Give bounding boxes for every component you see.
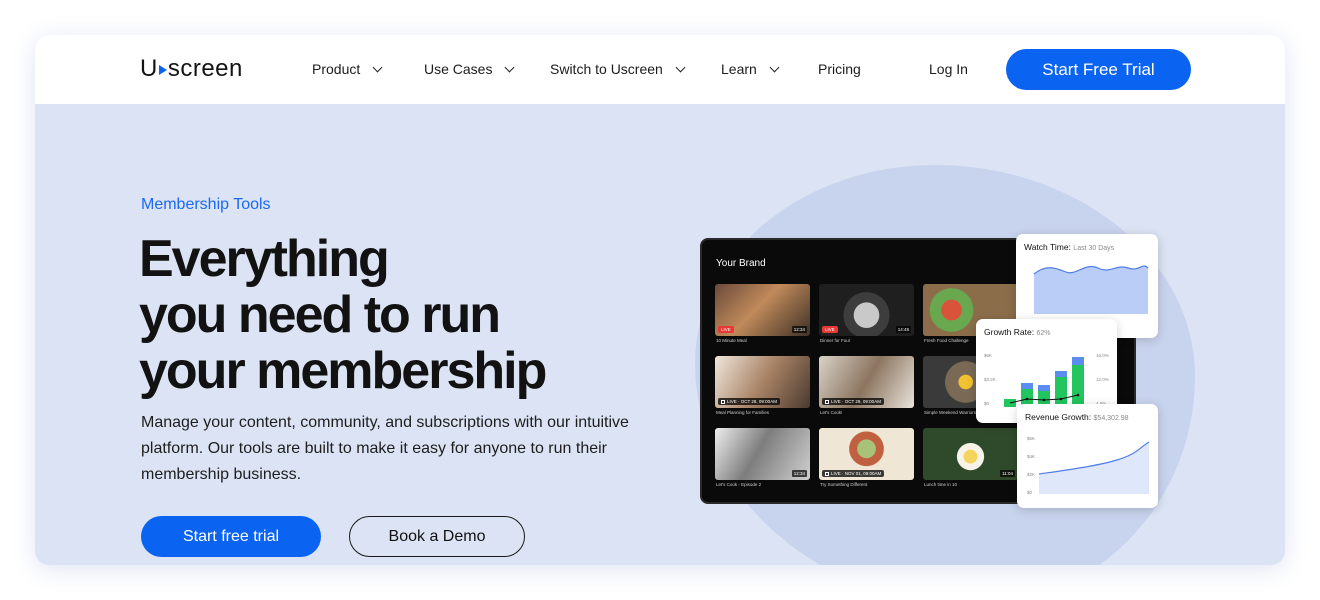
revenue-growth-card: Revenue Growth: $54,302.98 $6K $4K $2K $… <box>1017 404 1158 508</box>
y-tick: $4K <box>1027 454 1035 459</box>
nav-learn-label: Learn <box>721 61 757 77</box>
nav-product-label: Product <box>312 61 361 77</box>
video-caption: Meal Planning for Families <box>716 410 770 415</box>
trend-point <box>1076 393 1080 397</box>
chevron-down-icon <box>675 62 686 72</box>
duration-badge: 12:34 <box>791 470 807 477</box>
video-thumbnail[interactable]: LIVE · OCT 29, 09:00AM <box>819 356 914 408</box>
video-caption: Lunch time in 10 <box>924 482 958 487</box>
video-thumbnail[interactable]: 12:34 <box>715 428 810 480</box>
growth-bar-top <box>1055 371 1067 377</box>
revenue-growth-area-chart: $6K $4K $2K $0 <box>1027 436 1150 495</box>
video-thumbnail[interactable]: LIVE 12:34 <box>715 284 810 336</box>
live-badge: LIVE <box>718 326 734 333</box>
hero-subtext: Manage your content, community, and subs… <box>141 414 629 483</box>
video-caption: Dinner for Four <box>820 338 851 343</box>
nav-product[interactable]: Product <box>312 61 383 77</box>
watch-time-area <box>1034 266 1148 314</box>
headline-line-2: you need to run <box>139 286 501 344</box>
growth-bar-top <box>1021 383 1033 389</box>
headline-line-3: your membership <box>139 342 547 400</box>
chevron-down-icon <box>769 62 780 72</box>
video-caption: Let's Cook - Episode 2 <box>716 482 762 487</box>
duration-badge: 14:48 <box>895 326 911 333</box>
video-thumbnail[interactable]: 11:04 <box>923 428 1018 480</box>
schedule-badge: LIVE · OCT 28, 09:00AM <box>718 398 780 405</box>
hero-eyebrow: Membership Tools <box>141 196 271 213</box>
y-tick: $2K <box>1027 472 1035 477</box>
nav-pricing-label: Pricing <box>818 61 861 77</box>
revenue-area <box>1039 442 1149 494</box>
login-link[interactable]: Log In <box>929 61 968 77</box>
nav-use-cases[interactable]: Use Cases <box>424 61 515 77</box>
logo-text-u: U <box>140 55 158 82</box>
growth-bar <box>1055 377 1067 407</box>
logo-play-icon <box>158 65 167 75</box>
video-thumbnail[interactable]: LIVE 14:48 <box>819 284 914 336</box>
nav-switch[interactable]: Switch to Uscreen <box>550 61 686 77</box>
schedule-badge-text: LIVE · OCT 28, 09:00AM <box>727 399 777 404</box>
y-tick: $0 <box>1027 490 1033 495</box>
top-navigation: Uscreen Product Use Cases Switch to Uscr… <box>35 35 1285 104</box>
duration-badge: 11:04 <box>1000 470 1015 477</box>
y-tick-right: 16.0% <box>1096 353 1109 358</box>
video-caption: Fresh Food Challenge <box>924 338 969 343</box>
nav-switch-label: Switch to Uscreen <box>550 61 663 77</box>
video-caption: 10 Minute Meal <box>716 338 747 343</box>
calendar-icon <box>721 399 725 404</box>
live-badge: LIVE <box>822 326 838 333</box>
y-tick-left: $6K <box>984 353 992 358</box>
y-tick: $6K <box>1027 436 1035 441</box>
video-thumbnail[interactable]: LIVE · OCT 28, 09:00AM <box>715 356 810 408</box>
calendar-icon <box>825 471 829 476</box>
nav-pricing[interactable]: Pricing <box>818 61 861 77</box>
growth-bar-top <box>1038 385 1050 391</box>
video-caption: Simple Weekend Warriors <box>924 410 977 415</box>
schedule-badge: LIVE · OCT 29, 09:00AM <box>822 398 884 405</box>
logo-text-screen: screen <box>167 55 243 82</box>
device-brand-title: Your Brand <box>716 258 766 269</box>
growth-bar-top <box>1072 357 1084 365</box>
video-caption: Let's Cook! <box>820 410 843 415</box>
growth-bar <box>1072 365 1084 407</box>
nav-use-cases-label: Use Cases <box>424 61 493 77</box>
trend-point <box>1025 397 1029 401</box>
headline-line-1: Everything <box>139 230 390 288</box>
video-thumbnail[interactable]: LIVE · NOV 01, 09:00AM <box>819 428 914 480</box>
video-caption: Try Something Different <box>820 482 868 487</box>
calendar-icon <box>825 399 829 404</box>
schedule-badge-text: LIVE · NOV 01, 09:00AM <box>831 471 882 476</box>
y-tick-right: 12.0% <box>1096 377 1109 382</box>
schedule-badge-text: LIVE · OCT 29, 09:00AM <box>831 399 881 404</box>
chevron-down-icon <box>505 62 515 72</box>
start-free-trial-hero-button[interactable]: Start free trial <box>141 516 321 557</box>
uscreen-logo[interactable]: Uscreen <box>140 55 243 82</box>
duration-badge: 12:34 <box>791 326 807 333</box>
page-frame: Uscreen Product Use Cases Switch to Uscr… <box>35 35 1285 565</box>
trend-point <box>1059 397 1063 401</box>
schedule-badge: LIVE · NOV 01, 09:00AM <box>822 470 885 477</box>
book-demo-button[interactable]: Book a Demo <box>349 516 525 557</box>
nav-learn[interactable]: Learn <box>721 61 780 77</box>
start-free-trial-button[interactable]: Start Free Trial <box>1006 49 1191 90</box>
y-tick-left: $3.2K <box>984 377 996 382</box>
trend-point <box>1042 398 1046 402</box>
hero-headline: Everything you need to run your membersh… <box>139 231 699 399</box>
chevron-down-icon <box>372 62 383 72</box>
y-tick-left: $0 <box>984 401 990 406</box>
